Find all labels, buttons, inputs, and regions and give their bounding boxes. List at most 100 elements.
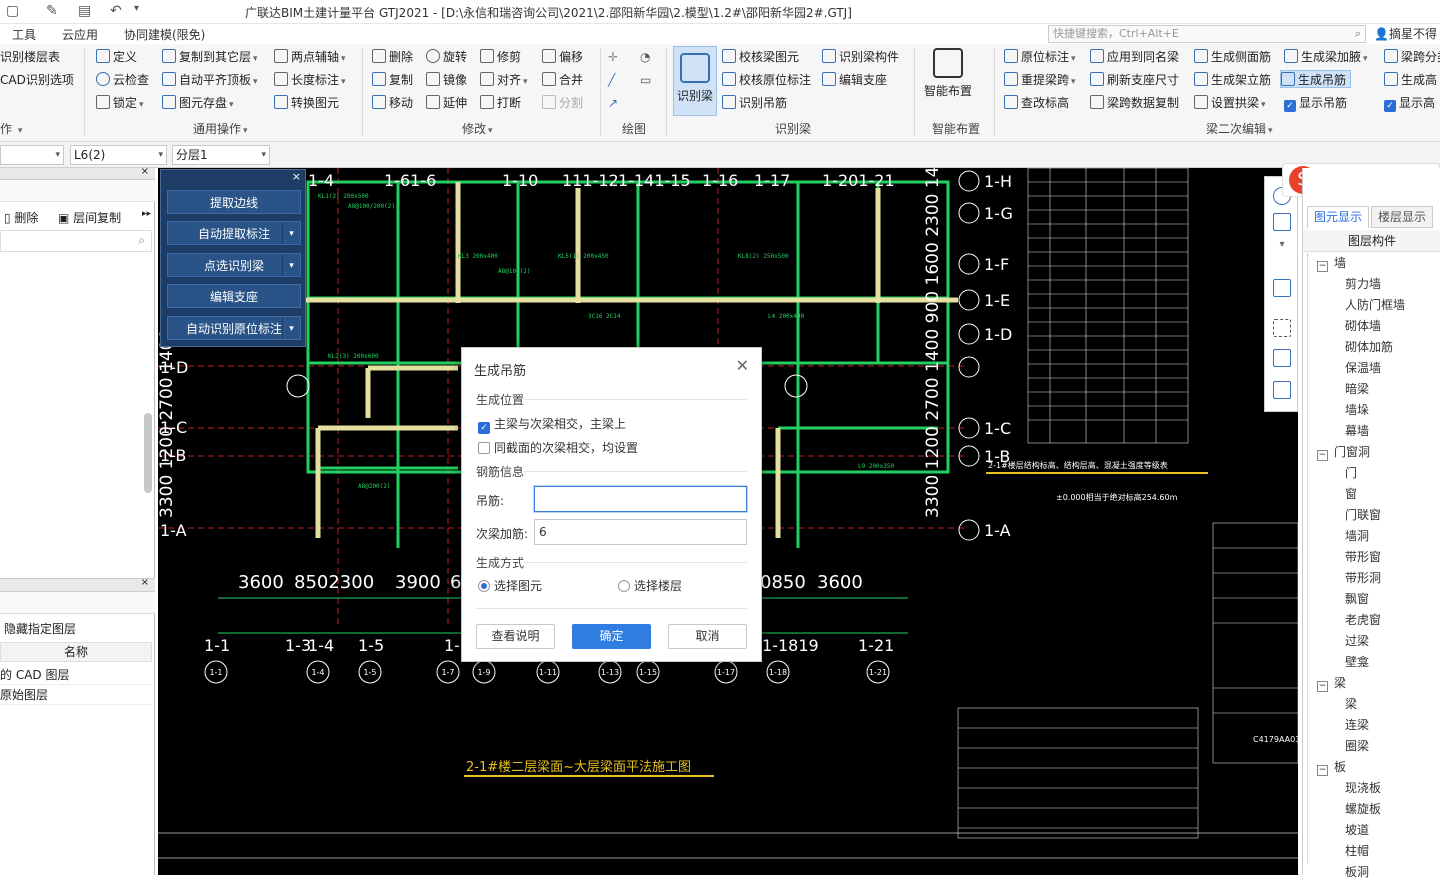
chevron-down-icon[interactable]: ▾ xyxy=(1273,239,1291,257)
tree-item[interactable]: 暗梁 xyxy=(1345,380,1369,397)
tree-item[interactable]: 带形洞 xyxy=(1345,569,1381,586)
tree-group-beam[interactable]: − 梁 xyxy=(1317,674,1346,692)
offset-button[interactable]: 偏移 xyxy=(542,48,583,66)
more-icon[interactable]: ▸▸ xyxy=(142,209,151,219)
save-icon[interactable]: ▢ xyxy=(6,3,19,19)
tree-item[interactable]: 壁龛 xyxy=(1345,653,1369,670)
tree-item[interactable]: 连梁 xyxy=(1345,716,1369,733)
film-icon[interactable]: ▤ xyxy=(78,3,91,19)
merge-button[interactable]: 合并 xyxy=(542,71,583,89)
layer-row-cad[interactable]: 的 CAD 图层 xyxy=(0,665,152,685)
apply-same-beam-button[interactable]: 应用到同名梁 xyxy=(1090,48,1179,66)
extend-button[interactable]: 延伸 xyxy=(426,94,467,112)
edit-elevation-button[interactable]: 查改标高 xyxy=(1004,94,1069,112)
tree-item[interactable]: 现浇板 xyxy=(1345,779,1381,796)
layer-row-original[interactable]: 原始图层 xyxy=(0,685,152,705)
check-in-situ-label-button[interactable]: 校核原位标注 xyxy=(722,71,811,89)
align-button[interactable]: 对齐 ▾ xyxy=(480,71,528,89)
recognize-beam-big-button[interactable]: 识别梁 xyxy=(673,46,717,116)
split-button[interactable]: 分割 xyxy=(542,94,583,112)
draw-arc-icon[interactable]: ◔ xyxy=(640,48,650,66)
menu-tools[interactable]: 工具 xyxy=(12,26,36,43)
ok-button[interactable]: 确定 xyxy=(572,624,651,649)
break-button[interactable]: 打断 xyxy=(480,94,521,112)
tree-item[interactable]: 保温墙 xyxy=(1345,359,1381,376)
tree-item[interactable]: 剪力墙 xyxy=(1345,275,1381,292)
cloud-check-button[interactable]: 云检查 xyxy=(96,71,149,89)
smart-layout-button[interactable]: 智能布置 xyxy=(922,48,974,99)
edit-support-button[interactable]: 编辑支座 xyxy=(822,71,887,89)
show-hanger-checkbox[interactable]: ✓ 显示吊筋 xyxy=(1284,94,1347,112)
box-select-icon[interactable] xyxy=(1273,349,1291,367)
recognize-beam-component-button[interactable]: 识别梁构件 xyxy=(822,48,899,66)
tree-group-slab[interactable]: − 板 xyxy=(1317,758,1346,776)
close-icon[interactable]: × xyxy=(141,166,149,177)
shortcut-search-input[interactable]: 快捷键搜索，Ctrl+Alt+E ⌕ xyxy=(1048,25,1366,43)
undo-icon[interactable]: ↶ xyxy=(110,3,122,19)
check-beam-element-button[interactable]: 校核梁图元 xyxy=(722,48,799,66)
tree-item[interactable]: 墙垛 xyxy=(1345,401,1369,418)
menu-cloud[interactable]: 云应用 xyxy=(62,26,98,43)
tree-item[interactable]: 螺旋板 xyxy=(1345,800,1381,817)
define-button[interactable]: 定义 xyxy=(96,48,137,66)
auto-recognize-in-situ-button[interactable]: 自动识别原位标注 ▾ xyxy=(167,316,301,340)
tree-item[interactable]: 窗 xyxy=(1345,485,1357,502)
tree-item[interactable]: 砌体加筋 xyxy=(1345,338,1393,355)
tree-item[interactable]: 飘窗 xyxy=(1345,590,1369,607)
tree-item[interactable]: 坡道 xyxy=(1345,821,1369,838)
extra-rebar-input[interactable]: 6 xyxy=(534,519,747,545)
tree-item[interactable]: 过梁 xyxy=(1345,632,1369,649)
copy-span-data-button[interactable]: 梁跨数据复制 xyxy=(1090,94,1179,112)
close-icon[interactable]: × xyxy=(141,577,149,588)
trim-button[interactable]: 修剪 xyxy=(480,48,521,66)
tab-floor-display[interactable]: 楼层显示 xyxy=(1371,206,1433,228)
fullscreen-icon[interactable] xyxy=(1273,319,1291,337)
convert-element-button[interactable]: 转换图元 xyxy=(274,94,339,112)
gen-haunch-button[interactable]: 生成梁加腋 ▾ xyxy=(1284,48,1368,66)
cancel-button[interactable]: 取消 xyxy=(668,624,747,649)
main-secondary-intersect-checkbox[interactable]: ✓ 主梁与次梁相交，主梁上 xyxy=(478,415,626,434)
floor-search-input[interactable]: ⌕ xyxy=(0,230,152,252)
length-dimension-button[interactable]: 长度标注 ▾ xyxy=(274,71,346,89)
tree-item[interactable]: 圈梁 xyxy=(1345,737,1369,754)
extract-edge-button[interactable]: 提取边线 xyxy=(167,190,301,214)
close-icon[interactable]: × xyxy=(292,170,301,183)
menu-collab[interactable]: 协同建模(限免) xyxy=(124,26,205,43)
tree-item[interactable]: 梁 xyxy=(1345,695,1357,712)
component-type-select[interactable]: ▾ xyxy=(0,145,64,165)
delete-button[interactable]: 删除 xyxy=(372,48,413,66)
draw-rect-icon[interactable]: ▭ xyxy=(640,71,651,89)
gen-hanger-button[interactable]: 生成吊筋 xyxy=(1280,70,1352,88)
component-select[interactable]: L6(2) ▾ xyxy=(70,145,167,165)
gen-side-rebar-button[interactable]: 生成侧面筋 xyxy=(1194,48,1271,66)
cube-icon[interactable] xyxy=(1273,279,1291,297)
same-section-secondary-checkbox[interactable]: 同截面的次梁相交，均设置 xyxy=(478,439,638,456)
move-button[interactable]: 移动 xyxy=(372,94,413,112)
cad-recognize-options-button[interactable]: CAD识别选项 xyxy=(0,71,74,89)
mirror-button[interactable]: 镜像 xyxy=(426,71,467,89)
recognize-floor-table-button[interactable]: 识别楼层表 xyxy=(0,48,60,66)
tree-item[interactable]: 板洞 xyxy=(1345,863,1369,880)
tree-group-opening[interactable]: − 门窗洞 xyxy=(1317,443,1370,461)
draw-line-icon[interactable]: ╱ xyxy=(608,71,615,89)
user-name[interactable]: 👤摘星不得 xyxy=(1374,25,1437,42)
view-help-button[interactable]: 查看说明 xyxy=(476,624,555,649)
lock-button[interactable]: 锁定 ▾ xyxy=(96,94,144,112)
delete-floor-button[interactable]: ▯ 删除 xyxy=(4,209,38,226)
scrollbar[interactable] xyxy=(144,413,152,493)
edit-support-button[interactable]: 编辑支座 xyxy=(167,284,301,308)
select-element-radio[interactable]: 选择图元 xyxy=(478,577,542,594)
save-element-button[interactable]: 图元存盘 ▾ xyxy=(162,94,234,112)
click-recognize-beam-button[interactable]: 点选识别梁 ▾ xyxy=(167,253,301,277)
draw-point-icon[interactable]: ✛ xyxy=(608,48,618,66)
auto-align-top-button[interactable]: 自动平齐顶板 ▾ xyxy=(162,71,258,89)
copy-button[interactable]: 复制 xyxy=(372,71,413,89)
close-icon[interactable]: ✕ xyxy=(736,356,749,375)
tree-group-wall[interactable]: − 墙 xyxy=(1317,254,1346,272)
3d-view-icon[interactable] xyxy=(1273,213,1291,231)
interlayer-copy-button[interactable]: ▣ 层间复制 xyxy=(58,209,121,226)
auto-extract-label-button[interactable]: 自动提取标注 ▾ xyxy=(167,221,301,245)
show-height-checkbox[interactable]: ✓ 显示高 xyxy=(1384,94,1435,112)
rotate-button[interactable]: 旋转 xyxy=(426,48,467,66)
span-classify-button[interactable]: 梁跨分类 xyxy=(1384,48,1440,66)
